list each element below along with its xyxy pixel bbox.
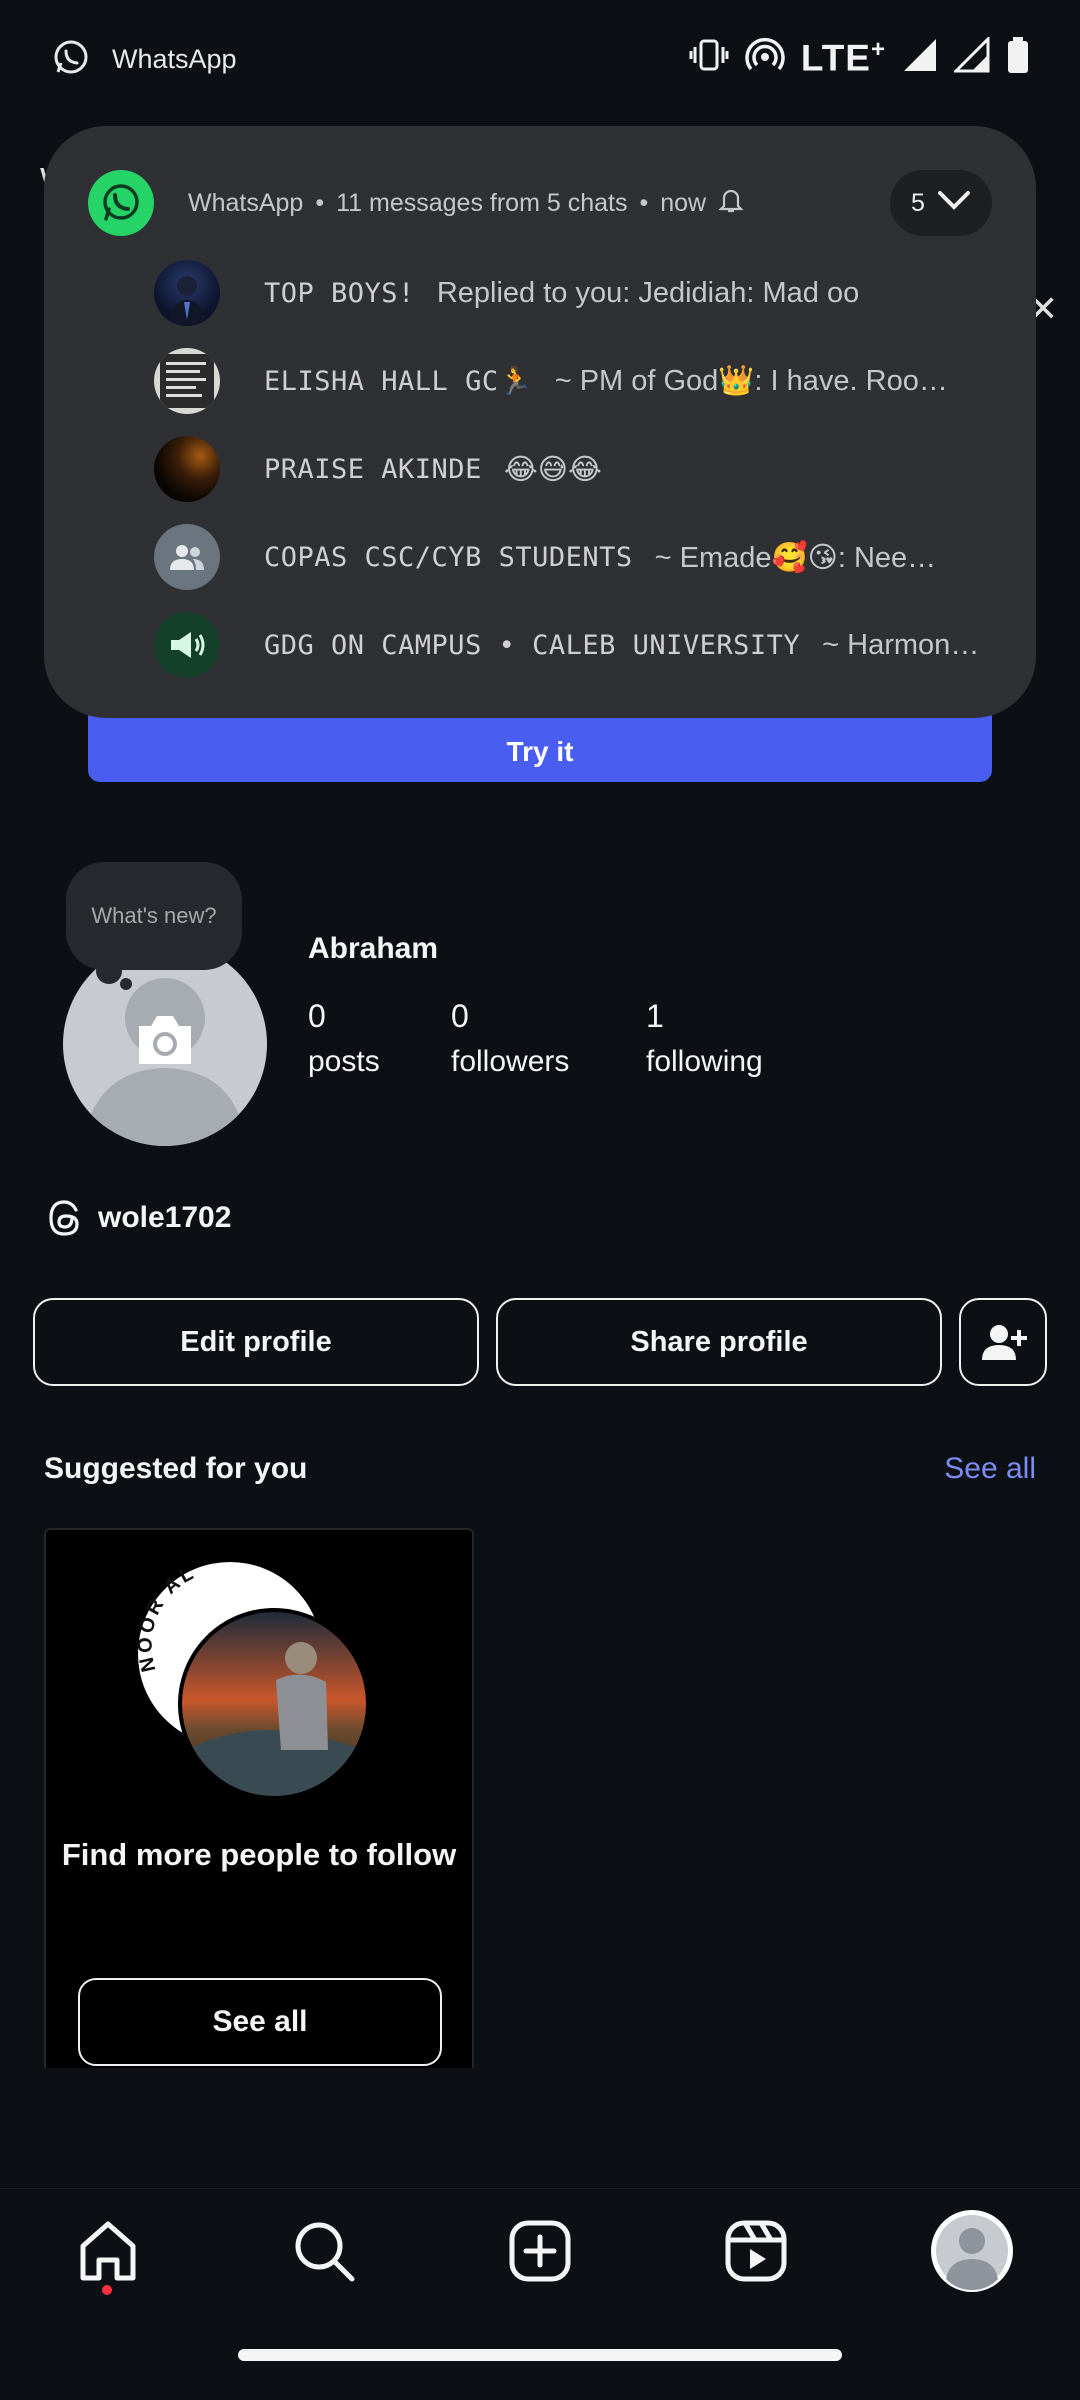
chat-name: COPAS CSC/CYB STUDENTS [264,541,633,573]
stat-value: 0 [308,998,326,1034]
stat-label: posts [308,1045,380,1078]
battery-icon [1006,36,1030,79]
profile-name: Abraham [308,932,439,965]
suggestion-text: Find more people to follow [61,1837,457,1872]
note-tail [120,978,132,990]
chat-name: ELISHA HALL GC🏃 [264,366,533,397]
chat-message: ~ PM of God👑: I have. Roo… [554,365,948,397]
notification-meta: WhatsApp • 11 messages from 5 chats • no… [188,186,744,221]
bottom-nav [0,2188,1080,2400]
chat-message: ~ Emade🥰😘: Nee… [654,541,937,574]
notification-expand-button[interactable]: 5 [890,170,992,236]
group-icon [154,524,220,590]
notification-app: WhatsApp [188,188,304,217]
threads-icon [46,1198,84,1238]
status-icons: LTE+ [689,35,1030,79]
profile-icon[interactable] [930,2209,1014,2293]
separator: • [315,188,325,217]
whatsapp-notification[interactable]: WhatsApp • 11 messages from 5 chats • no… [44,126,1036,718]
whatsapp-status-icon [52,38,90,81]
chat-avatar [154,348,220,414]
status-app: WhatsApp [52,38,237,81]
notification-summary: 11 messages from 5 chats [336,188,628,217]
chat-message: ~ Harmony… [822,628,988,661]
add-person-icon [979,1322,1027,1362]
notification-row[interactable]: ELISHA HALL GC🏃 ~ PM of God👑: I have. Ro… [154,346,988,416]
hotspot-icon [745,37,785,78]
chat-avatar [154,260,220,326]
chat-name: TOP BOYS! [264,277,415,309]
network-type: LTE+ [801,36,886,79]
stat-label: followers [451,1045,570,1078]
suggested-title: Suggested for you [44,1452,308,1485]
stat-value: 0 [451,998,469,1034]
chat-name: GDG ON CAMPUS • CALEB UNIVERSITY [264,629,801,661]
signal-icon-2 [952,35,990,78]
separator: • [639,188,649,217]
stat-value: 1 [646,998,664,1034]
notification-count: 5 [911,188,925,217]
status-app-name: WhatsApp [112,44,237,74]
see-all-link[interactable]: See all [944,1452,1036,1486]
vibrate-icon [689,37,729,78]
notification-header: WhatsApp • 11 messages from 5 chats • no… [88,170,992,236]
note-tail [96,958,122,984]
gesture-bar[interactable] [238,2349,842,2361]
stat-following[interactable]: 1 following [646,998,763,1079]
chevron-down-icon [937,189,971,218]
see-all-button[interactable]: See all [78,1978,442,2066]
suggestion-avatars: NOOR AL [135,1560,376,1800]
edit-profile-button[interactable]: Edit profile [33,1298,479,1386]
stat-label: following [646,1045,763,1078]
whats-new-note[interactable]: What's new? [66,862,242,970]
create-icon[interactable] [500,2211,580,2291]
notification-time: now [660,188,707,217]
search-icon[interactable] [284,2211,364,2291]
signal-icon [902,37,938,78]
notification-row[interactable]: TOP BOYS! Replied to you: Jedidiah: Mad … [154,258,988,328]
reels-icon[interactable] [716,2211,796,2291]
notification-row[interactable]: COPAS CSC/CYB STUDENTS ~ Emade🥰😘: Nee… [154,522,988,592]
share-profile-button[interactable]: Share profile [496,1298,942,1386]
network-suffix: + [870,36,886,63]
status-bar: WhatsApp LTE+ [0,0,1080,120]
notification-row[interactable]: GDG ON CAMPUS • CALEB UNIVERSITY ~ Harmo… [154,610,988,680]
stat-posts[interactable]: 0 posts [308,998,380,1079]
threads-link[interactable]: wole1702 [46,1198,231,1238]
notification-row[interactable]: PRAISE AKINDE 😂😅😂 [154,434,988,504]
stat-followers[interactable]: 0 followers [451,998,569,1079]
home-icon[interactable] [68,2211,148,2291]
whatsapp-icon [88,170,154,236]
threads-handle: wole1702 [98,1201,232,1234]
camera-icon[interactable] [133,1012,197,1073]
suggestion-card[interactable]: NOOR AL Find more people to follow See a… [44,1528,474,2068]
chat-avatar [154,436,220,502]
bell-icon [718,186,744,221]
chat-name: PRAISE AKINDE [264,453,482,485]
chat-message: 😂😅😂 [503,453,602,486]
discover-people-button[interactable] [959,1298,1047,1386]
network-label: LTE [800,37,871,79]
megaphone-icon [154,612,220,678]
notification-dot [102,2285,112,2295]
chat-message: Replied to you: Jedidiah: Mad oo [436,276,860,309]
profile-avatar[interactable] [63,942,267,1146]
